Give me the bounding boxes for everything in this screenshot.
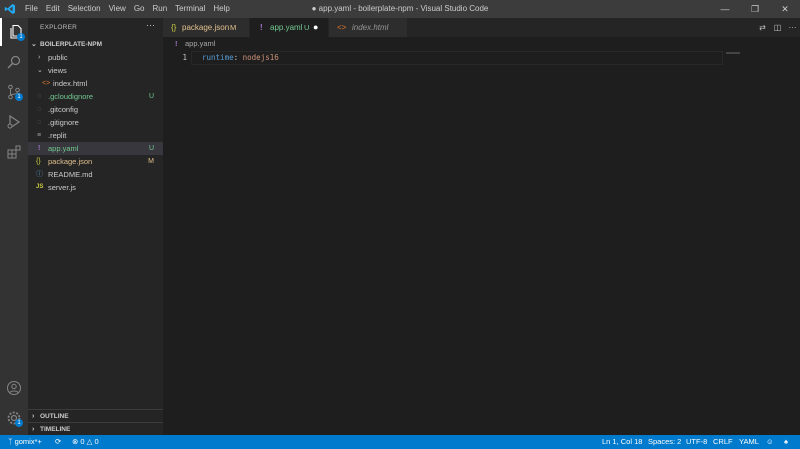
- yaml-file-icon: !: [38, 145, 41, 152]
- code-line[interactable]: runtime: nodejs16: [202, 51, 279, 64]
- problems-status[interactable]: ⊗ 0 △ 0: [72, 435, 99, 449]
- code-editor[interactable]: 1 runtime: nodejs16: [163, 50, 800, 435]
- js-file-icon: JS: [36, 184, 44, 190]
- search-icon: [7, 55, 21, 69]
- menu-terminal[interactable]: Terminal: [171, 0, 209, 18]
- notifications-icon[interactable]: ♠: [784, 435, 788, 449]
- json-file-icon: {}: [171, 23, 177, 32]
- html-file-icon: <>: [337, 23, 347, 32]
- tree-item-gitconfig[interactable]: ◌ .gitconfig: [28, 103, 163, 116]
- yaml-file-icon: !: [175, 39, 178, 48]
- tree-item-replit[interactable]: ≡ .replit: [28, 129, 163, 142]
- yaml-separator: :: [233, 53, 243, 62]
- tab-package-json[interactable]: {} package.json M: [163, 18, 250, 37]
- menu-view[interactable]: View: [105, 0, 130, 18]
- branch-icon: ᛉ: [8, 437, 15, 446]
- more-actions-icon[interactable]: ···: [785, 23, 800, 32]
- unsaved-dot-icon[interactable]: ●: [313, 18, 318, 37]
- scm-badge: 1: [15, 93, 23, 101]
- editor-tabs: {} package.json M ! app.yaml U ● <> inde…: [163, 18, 800, 37]
- timeline-section[interactable]: › TIMELINE: [28, 422, 163, 436]
- indentation[interactable]: Spaces: 2: [648, 435, 681, 449]
- dotfile-icon: ◌: [37, 106, 42, 113]
- line-number: 1: [182, 53, 187, 62]
- run-debug-icon: [7, 114, 21, 130]
- breadcrumb-file[interactable]: app.yaml: [185, 37, 215, 50]
- modified-badge: M: [148, 158, 154, 165]
- menu-bar: File Edit Selection View Go Run Terminal…: [21, 0, 234, 18]
- menu-file[interactable]: File: [21, 0, 42, 18]
- info-icon: ⓘ: [36, 171, 43, 178]
- tab-index-html[interactable]: <> index.html: [329, 18, 408, 37]
- chevron-down-icon: ⌄: [37, 67, 43, 74]
- menu-run[interactable]: Run: [148, 0, 171, 18]
- tree-item-server-js[interactable]: JS server.js: [28, 181, 163, 194]
- menu-help[interactable]: Help: [209, 0, 233, 18]
- activity-bar: 1 1 1: [0, 18, 28, 435]
- explorer-button[interactable]: 1: [0, 18, 30, 46]
- sync-icon[interactable]: ⟳: [55, 435, 61, 449]
- tree-item-package-json[interactable]: {} package.json M: [28, 155, 163, 168]
- search-button[interactable]: [0, 48, 28, 76]
- compare-changes-icon[interactable]: ⇄: [755, 23, 770, 32]
- branch-status[interactable]: ᛉ gomix*+: [8, 435, 42, 449]
- account-icon: [7, 381, 21, 395]
- file-icon: ≡: [37, 132, 42, 139]
- menu-selection[interactable]: Selection: [64, 0, 105, 18]
- extensions-icon: [7, 145, 21, 159]
- feedback-icon[interactable]: ☺: [766, 435, 774, 449]
- manage-button[interactable]: 1: [0, 404, 28, 432]
- chevron-down-icon: ⌄: [31, 41, 37, 48]
- breadcrumb: ! app.yaml: [163, 37, 800, 50]
- html-file-icon: <>: [42, 80, 51, 87]
- title-bar: File Edit Selection View Go Run Terminal…: [0, 0, 800, 18]
- explorer-badge: 1: [17, 33, 25, 41]
- tree-item-public[interactable]: › public: [28, 51, 163, 64]
- project-folder[interactable]: ⌄ BOILERPLATE-NPM: [28, 38, 163, 51]
- language-mode[interactable]: YAML: [739, 435, 759, 449]
- untracked-badge: U: [148, 145, 154, 152]
- line-ending[interactable]: CRLF: [713, 435, 733, 449]
- dotfile-icon: ◌: [37, 93, 42, 100]
- minimap[interactable]: [726, 52, 740, 54]
- tree-item-gitignore[interactable]: ◌ .gitignore: [28, 116, 163, 129]
- tree-item-gcloudignore[interactable]: ◌ .gcloudignore U: [28, 90, 163, 103]
- yaml-file-icon: !: [260, 23, 263, 32]
- explorer-header: EXPLORER: [40, 24, 78, 31]
- dotfile-icon: ◌: [37, 119, 42, 126]
- tree-item-app-yaml[interactable]: ! app.yaml U: [28, 142, 163, 155]
- status-bar: ᛉ gomix*+ ⟳ ⊗ 0 △ 0 Ln 1, Col 18 Spaces:…: [0, 435, 800, 449]
- restore-icon[interactable]: ❐: [740, 0, 770, 18]
- vscode-logo-icon: [4, 4, 15, 14]
- json-file-icon: {}: [36, 158, 41, 165]
- run-debug-button[interactable]: [0, 108, 28, 136]
- settings-badge: 1: [15, 419, 23, 427]
- more-actions-icon[interactable]: ···: [146, 20, 155, 30]
- extensions-button[interactable]: [0, 138, 28, 166]
- yaml-key: runtime: [202, 53, 234, 62]
- explorer-sidebar: EXPLORER ··· ⌄ BOILERPLATE-NPM › public …: [28, 18, 163, 435]
- outline-section[interactable]: › OUTLINE: [28, 409, 163, 423]
- cursor-position[interactable]: Ln 1, Col 18: [602, 435, 642, 449]
- accounts-button[interactable]: [0, 374, 28, 402]
- minimize-icon[interactable]: —: [710, 0, 740, 18]
- untracked-badge: U: [148, 93, 154, 100]
- window-controls: — ❐ ✕: [710, 0, 800, 18]
- error-icon: ⊗: [72, 437, 79, 446]
- split-editor-icon[interactable]: ◫: [770, 23, 785, 32]
- yaml-value: nodejs16: [242, 53, 279, 62]
- tree-item-views[interactable]: ⌄ views: [28, 64, 163, 77]
- source-control-button[interactable]: 1: [0, 78, 28, 106]
- tab-app-yaml[interactable]: ! app.yaml U ●: [250, 18, 329, 37]
- tree-item-index-html[interactable]: <> index.html: [28, 77, 163, 90]
- close-icon[interactable]: ✕: [770, 0, 800, 18]
- warning-icon: △: [86, 437, 93, 446]
- menu-go[interactable]: Go: [130, 0, 149, 18]
- menu-edit[interactable]: Edit: [42, 0, 64, 18]
- chevron-right-icon: ›: [38, 54, 41, 61]
- editor-actions: ⇄ ◫ ···: [755, 18, 800, 37]
- tree-item-readme[interactable]: ⓘ README.md: [28, 168, 163, 181]
- encoding[interactable]: UTF-8: [686, 435, 707, 449]
